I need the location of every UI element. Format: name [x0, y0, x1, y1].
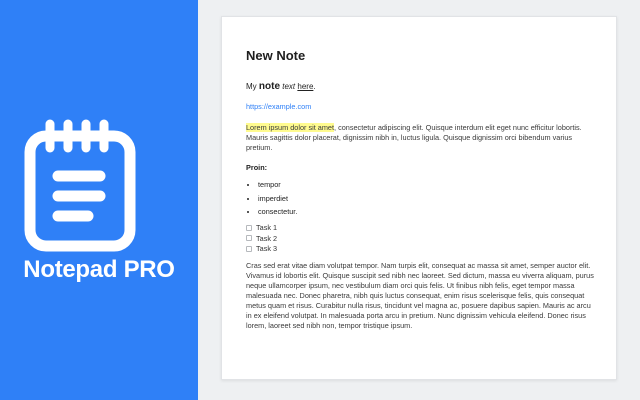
note-subheading: Proin:: [246, 163, 268, 172]
list-item: tempor: [258, 178, 596, 192]
notepad-icon: [24, 119, 136, 252]
note-body[interactable]: New Note My note text here. https://exam…: [246, 48, 596, 331]
bullet-list: tempor imperdiet consectetur.: [246, 178, 596, 219]
note-paragraph-2[interactable]: Cras sed erat vitae diam volutpat tempor…: [246, 261, 596, 331]
brand-name: Notepad PRO: [23, 256, 175, 283]
italic-text: text: [282, 82, 296, 91]
note-title[interactable]: New Note: [246, 48, 596, 63]
task-checkbox[interactable]: [246, 245, 252, 252]
task-item[interactable]: Task 2: [246, 233, 596, 244]
bold-text: note: [258, 81, 280, 92]
list-item: consectetur.: [258, 205, 596, 219]
task-item[interactable]: Task 1: [246, 223, 596, 234]
note-line-1[interactable]: My note text here.: [246, 82, 596, 92]
text-suffix: .: [313, 82, 316, 91]
note-paragraph-1[interactable]: Lorem ipsum dolor sit amet, consectetur …: [246, 123, 596, 153]
brand-panel: Notepad PRO: [0, 0, 198, 400]
note-card[interactable]: New Note My note text here. https://exam…: [221, 16, 617, 380]
task-list: Task 1 Task 2 Task 3: [246, 223, 596, 255]
list-item: imperdiet: [258, 192, 596, 206]
task-label: Task 1: [256, 223, 278, 233]
task-checkbox[interactable]: [246, 224, 252, 231]
task-checkbox[interactable]: [246, 235, 252, 242]
text-prefix: My: [246, 82, 259, 91]
note-link[interactable]: https://example.com: [246, 102, 596, 111]
task-item[interactable]: Task 3: [246, 244, 596, 255]
task-label: Task 2: [256, 233, 278, 243]
highlighted-text: Lorem ipsum dolor sit amet: [246, 123, 335, 132]
task-label: Task 3: [256, 244, 278, 254]
underlined-text: here: [297, 82, 314, 91]
